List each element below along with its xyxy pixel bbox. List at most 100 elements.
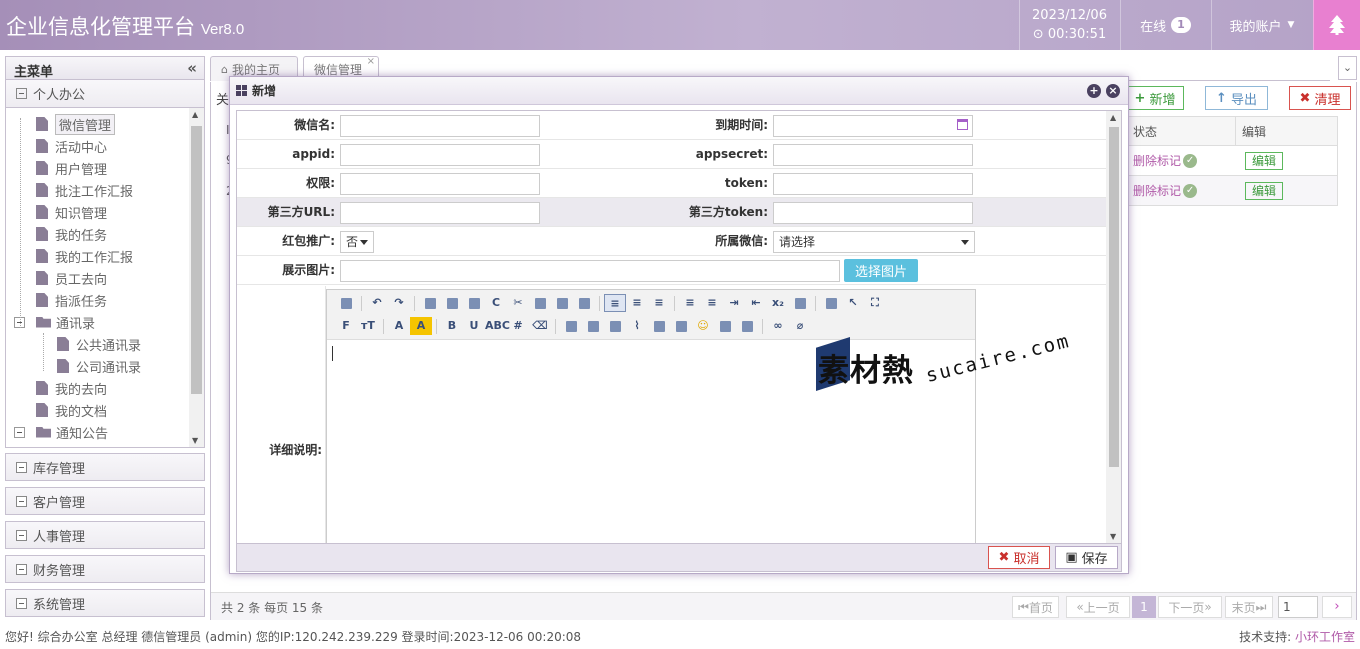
clear-format-icon[interactable] xyxy=(789,294,811,312)
bold-icon[interactable]: B xyxy=(441,317,463,335)
sidebar-item[interactable]: 员工去向 xyxy=(6,267,191,289)
appid-input[interactable] xyxy=(340,144,540,166)
my-account-button[interactable]: 我的账户 ▼ xyxy=(1211,0,1312,50)
link-icon[interactable]: ∞ xyxy=(767,317,789,335)
close-tab-icon[interactable]: × xyxy=(367,56,375,67)
sidebar-item[interactable]: 指派任务 xyxy=(6,289,191,311)
paste-text-icon[interactable] xyxy=(573,294,595,312)
scroll-down-icon[interactable]: ▼ xyxy=(192,436,198,445)
support-link[interactable]: 小环工作室 xyxy=(1295,630,1355,644)
third-token-input[interactable] xyxy=(773,202,973,224)
export-button[interactable]: ↑ 导出 xyxy=(1205,86,1268,110)
picture-icon[interactable] xyxy=(714,317,736,335)
first-page-button[interactable]: ⏮ 首页 xyxy=(1012,596,1059,618)
wx-name-input[interactable] xyxy=(340,115,540,137)
code-icon[interactable]: C xyxy=(485,294,507,312)
sidebar-item[interactable]: 我的工作汇报 xyxy=(6,245,191,267)
align-left-icon[interactable]: ≡ xyxy=(604,294,626,312)
sidebar-scrollbar[interactable]: ▲ ▼ xyxy=(189,108,204,447)
image-icon[interactable] xyxy=(560,317,582,335)
sidebar-item[interactable]: 通讯录 xyxy=(6,311,191,333)
template-icon[interactable] xyxy=(463,294,485,312)
scrollbar-thumb[interactable] xyxy=(1109,127,1119,467)
appsecret-input[interactable] xyxy=(773,144,973,166)
add-button[interactable]: + 新增 xyxy=(1126,86,1184,110)
undo-icon[interactable]: ↶ xyxy=(366,294,388,312)
delete-mark-link[interactable]: 删除标记 ✓ xyxy=(1133,182,1235,199)
cancel-button[interactable]: ✖ 取消 xyxy=(988,546,1050,569)
last-page-button[interactable]: 末页 ⏭ xyxy=(1225,596,1273,618)
outdent-icon[interactable]: ⇤ xyxy=(745,294,767,312)
copy-icon[interactable] xyxy=(529,294,551,312)
image-path-input[interactable] xyxy=(340,260,840,282)
sidebar-section[interactable]: 客户管理 xyxy=(5,487,205,515)
source-icon[interactable] xyxy=(335,294,357,312)
ordered-list-icon[interactable]: ≡ xyxy=(679,294,701,312)
highlight-icon[interactable]: A xyxy=(410,317,432,335)
sidebar-section[interactable]: 人事管理 xyxy=(5,521,205,549)
page-break-icon[interactable] xyxy=(736,317,758,335)
rich-text-editor[interactable]: ↶ ↷ C ✂ ≡ ≡ ≡ ≡ ≡ ⇥ ⇤ x₂ ↖ ⛶ FтT A A B U ABC # ⌫ ⌇ ☺ ∞ ⌀ xyxy=(326,289,976,543)
select-all-icon[interactable]: ↖ xyxy=(842,294,864,312)
eraser-icon[interactable]: ⌫ xyxy=(529,317,551,335)
table-icon[interactable] xyxy=(648,317,670,335)
emoticon-icon[interactable]: ☺ xyxy=(692,317,714,335)
sidebar-item[interactable]: 微信管理 xyxy=(6,113,191,135)
align-center-icon[interactable]: ≡ xyxy=(626,294,648,312)
attachment-icon[interactable]: ⌇ xyxy=(626,317,648,335)
delete-mark-link[interactable]: 删除标记 ✓ xyxy=(1133,152,1235,169)
fullscreen-icon[interactable]: ⛶ xyxy=(864,294,886,312)
page-number-input[interactable]: 1 xyxy=(1278,596,1318,618)
sidebar-item[interactable]: 我的任务 xyxy=(6,223,191,245)
sidebar-item[interactable]: 通知公告 xyxy=(6,421,191,443)
close-dialog-icon[interactable]: × xyxy=(1106,84,1120,98)
perm-input[interactable] xyxy=(340,173,540,195)
font-color-icon[interactable]: A xyxy=(388,317,410,335)
font-size-icon[interactable]: тT xyxy=(357,317,379,335)
subscript-icon[interactable]: x₂ xyxy=(767,294,789,312)
insert-line-icon[interactable] xyxy=(670,317,692,335)
brush-icon[interactable] xyxy=(820,294,842,312)
multi-image-icon[interactable] xyxy=(582,317,604,335)
belong-wx-select[interactable]: 请选择 xyxy=(773,231,975,253)
sidebar-item[interactable]: 活动中心 xyxy=(6,135,191,157)
edit-button[interactable]: 编辑 xyxy=(1245,181,1284,200)
sidebar-item[interactable]: 知识管理 xyxy=(6,201,191,223)
sidebar-item[interactable]: 我的去向 xyxy=(6,377,191,399)
scroll-down-icon[interactable]: ▼ xyxy=(1110,532,1116,541)
maximize-icon[interactable]: + xyxy=(1087,84,1101,98)
strikethrough-icon[interactable]: ABC xyxy=(485,317,510,335)
unlink-icon[interactable]: ⌀ xyxy=(789,317,811,335)
sidebar-section[interactable]: 系统管理 xyxy=(5,589,205,617)
underline-icon[interactable]: U xyxy=(463,317,485,335)
flash-icon[interactable] xyxy=(604,317,626,335)
redo-icon[interactable]: ↷ xyxy=(388,294,410,312)
sidebar-item[interactable]: 公司通讯录 xyxy=(6,355,191,377)
align-right-icon[interactable]: ≡ xyxy=(648,294,670,312)
token-input[interactable] xyxy=(773,173,973,195)
calendar-icon[interactable] xyxy=(957,119,968,130)
expire-date-input[interactable] xyxy=(773,115,973,137)
sidebar-item[interactable]: 公共通讯录 xyxy=(6,333,191,355)
preview-icon[interactable] xyxy=(419,294,441,312)
sidebar-item[interactable]: 批注工作汇报 xyxy=(6,179,191,201)
current-page-button[interactable]: 1 xyxy=(1132,596,1156,618)
tab-more-button[interactable]: ⌄ xyxy=(1338,56,1357,80)
scroll-up-icon[interactable]: ▲ xyxy=(1110,113,1116,122)
redpack-select[interactable]: 否 xyxy=(340,231,374,253)
dialog-title-bar[interactable]: 新增 + × xyxy=(230,77,1128,105)
sidebar-section[interactable]: 财务管理 xyxy=(5,555,205,583)
collapse-sidebar-icon[interactable]: « xyxy=(187,59,197,77)
scrollbar-thumb[interactable] xyxy=(191,126,202,394)
print-icon[interactable] xyxy=(441,294,463,312)
unordered-list-icon[interactable]: ≡ xyxy=(701,294,723,312)
tree-button[interactable] xyxy=(1313,0,1360,50)
sidebar-section[interactable]: 库存管理 xyxy=(5,453,205,481)
online-users-button[interactable]: 在线 1 xyxy=(1120,0,1210,50)
cut-icon[interactable]: ✂ xyxy=(507,294,529,312)
third-url-input[interactable] xyxy=(340,202,540,224)
edit-button[interactable]: 编辑 xyxy=(1245,151,1284,170)
prev-page-button[interactable]: «上一页 xyxy=(1066,596,1130,618)
dialog-scrollbar[interactable]: ▲ ▼ xyxy=(1106,111,1121,543)
collapse-node-icon[interactable] xyxy=(14,426,25,438)
